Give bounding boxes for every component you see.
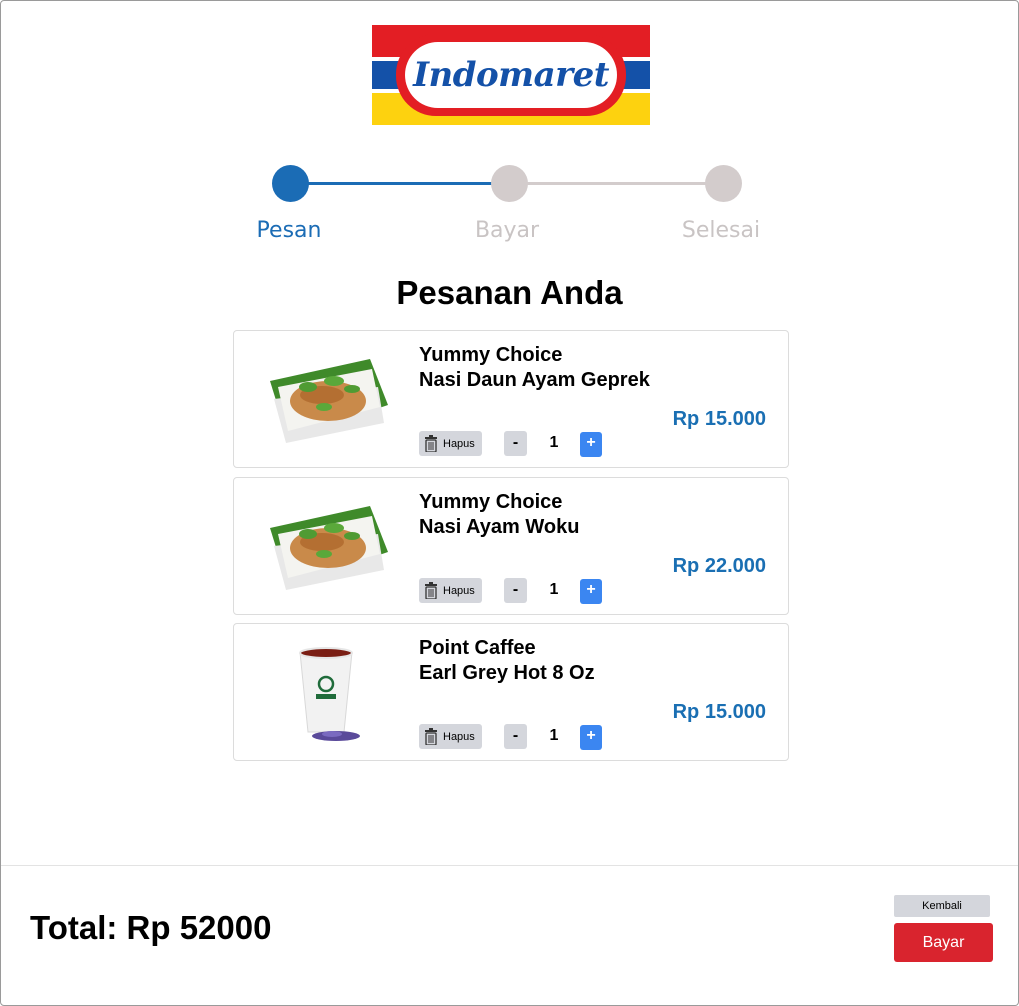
back-button[interactable]: Kembali [894,895,990,917]
step-label-pesan: Pesan [256,218,322,243]
item-price: Rp 15.000 [672,408,766,430]
quantity-value: 1 [549,727,559,744]
item-name-line1: Yummy Choice [419,491,563,513]
item-name-line2: Earl Grey Hot 8 Oz [419,662,595,684]
quantity-value: 1 [549,581,559,598]
cart-item: Yummy Choice Nasi Daun Ayam Geprek Rp 15… [233,330,789,468]
trash-icon [425,435,437,452]
rice-box-image [270,506,388,590]
indomaret-logo: Indomaret [372,25,650,125]
item-name-line2: Nasi Daun Ayam Geprek [419,369,650,391]
pay-button[interactable]: Bayar [894,923,993,962]
step-dot-selesai [705,165,742,202]
trash-icon [425,582,437,599]
decrease-qty-button[interactable]: - [504,724,527,749]
cart-item: Yummy Choice Nasi Ayam Woku Rp 22.000 Ha… [233,477,789,615]
delete-button[interactable]: Hapus [419,578,482,603]
logo-text: Indomaret [413,55,609,95]
trash-icon [425,728,437,745]
increase-qty-button[interactable]: + [580,579,602,604]
increase-qty-button[interactable]: + [580,432,602,457]
item-name-line2: Nasi Ayam Woku [419,516,580,538]
step-dot-pesan [272,165,309,202]
cart-item: Point Caffee Earl Grey Hot 8 Oz Rp 15.00… [233,623,789,761]
step-label-bayar: Bayar [474,218,540,243]
item-name-line1: Point Caffee [419,637,536,659]
page-title: Pesanan Anda [396,274,623,311]
delete-label: Hapus [443,437,475,450]
rice-box-image [270,359,388,443]
item-name-line1: Yummy Choice [419,344,563,366]
item-price: Rp 22.000 [672,555,766,577]
step-label-selesai: Selesai [681,218,761,243]
decrease-qty-button[interactable]: - [504,431,527,456]
footer-divider [1,865,1018,866]
decrease-qty-button[interactable]: - [504,578,527,603]
item-price: Rp 15.000 [672,701,766,723]
delete-button[interactable]: Hapus [419,724,482,749]
increase-qty-button[interactable]: + [580,725,602,750]
delete-button[interactable]: Hapus [419,431,482,456]
order-total: Total: Rp 52000 [30,909,272,946]
tea-cup-image [299,647,360,741]
delete-label: Hapus [443,730,475,743]
quantity-value: 1 [549,434,559,451]
delete-label: Hapus [443,584,475,597]
step-dot-bayar [491,165,528,202]
step-connector-active [305,182,495,185]
step-connector-inactive [525,182,710,185]
